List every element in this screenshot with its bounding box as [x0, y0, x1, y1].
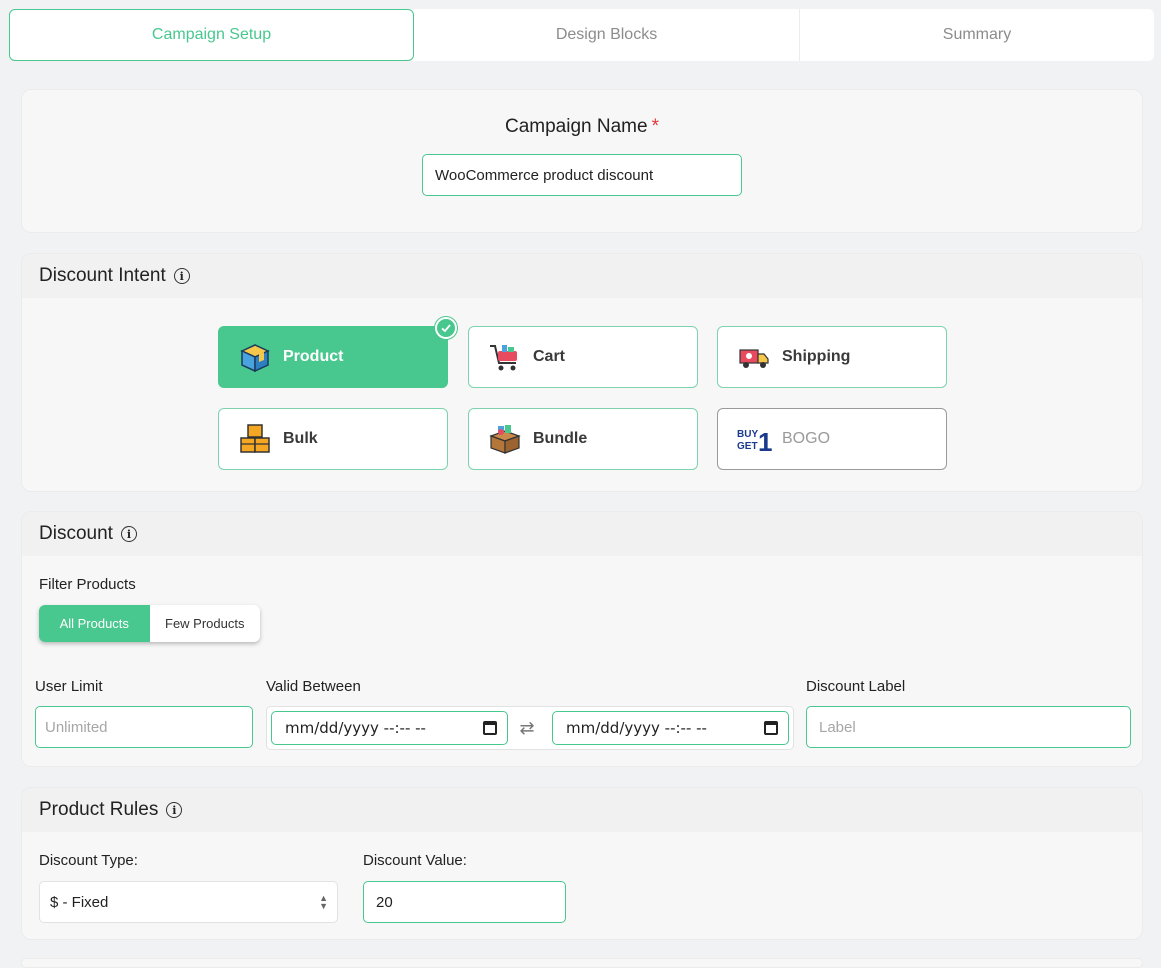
info-icon[interactable]: i [166, 802, 183, 818]
intent-product-label: Product [283, 348, 344, 365]
bundle-box-icon [487, 421, 523, 457]
discount-label-label: Discount Label [806, 678, 906, 695]
info-icon[interactable]: i [120, 526, 137, 542]
filter-products-toggle: All Products Few Products [39, 605, 260, 642]
calendar-icon[interactable] [483, 721, 497, 735]
discount-value-label: Discount Value: [363, 852, 467, 869]
intent-bogo-label: BOGO [782, 430, 831, 447]
select-arrows-icon: ▲ ▼ [319, 893, 328, 911]
intent-cart[interactable]: Cart [468, 326, 698, 388]
required-mark: * [651, 116, 659, 137]
intent-cart-label: Cart [533, 348, 566, 365]
intent-bulk[interactable]: Bulk [218, 408, 448, 470]
discount-header: Discount i [22, 512, 1142, 556]
discount-type-value: $ - Fixed [50, 893, 109, 911]
campaign-name-label-text: Campaign Name [505, 116, 648, 137]
product-rules-card: Product Rules i Discount Type: $ - Fixed… [21, 787, 1143, 940]
next-card-edge [21, 958, 1143, 968]
discount-type-select[interactable]: $ - Fixed ▲ ▼ [39, 881, 338, 923]
product-rules-title: Product Rules [39, 799, 159, 820]
stacked-boxes-icon [237, 421, 273, 457]
campaign-name-card: Campaign Name * [21, 89, 1143, 233]
discount-intent-title: Discount Intent [39, 265, 166, 286]
product-box-icon [237, 339, 273, 375]
tab-campaign-setup[interactable]: Campaign Setup [9, 9, 414, 61]
campaign-name-label: Campaign Name * [22, 116, 1142, 138]
buy-get-one-icon: BUY GET 1 [736, 421, 772, 457]
swap-arrows-icon: ⇄ [519, 717, 535, 738]
discount-value-input[interactable] [363, 881, 566, 923]
bogo-icon-one: 1 [758, 427, 772, 456]
discount-card: Discount i Filter Products All Products … [21, 511, 1143, 767]
calendar-icon[interactable] [764, 721, 778, 735]
intent-bundle[interactable]: Bundle [468, 408, 698, 470]
end-datetime-input[interactable]: mm/dd/yyyy --:-- -- [552, 711, 789, 745]
bogo-icon-buy: BUY [737, 429, 758, 440]
discount-title: Discount [39, 523, 113, 544]
end-datetime-placeholder: mm/dd/yyyy --:-- -- [566, 719, 707, 737]
tab-design-blocks[interactable]: Design Blocks [414, 9, 800, 61]
shopping-cart-icon [487, 339, 523, 375]
info-icon[interactable]: i [173, 268, 190, 284]
bogo-icon-get: GET [737, 441, 758, 452]
intent-product[interactable]: Product [218, 317, 457, 388]
product-rules-header: Product Rules i [22, 788, 1142, 832]
discount-intent-header: Discount Intent i [22, 254, 1142, 298]
filter-few-products[interactable]: Few Products [150, 605, 261, 642]
start-datetime-placeholder: mm/dd/yyyy --:-- -- [285, 719, 426, 737]
discount-type-label: Discount Type: [39, 852, 138, 869]
discount-label-input[interactable] [806, 706, 1131, 748]
intent-bundle-label: Bundle [533, 430, 588, 447]
wizard-tabs: Campaign Setup Design Blocks Summary [9, 9, 1154, 61]
start-datetime-input[interactable]: mm/dd/yyyy --:-- -- [271, 711, 508, 745]
campaign-name-input[interactable] [422, 154, 742, 196]
valid-between-label: Valid Between [266, 678, 361, 695]
check-icon [435, 317, 457, 339]
intent-shipping[interactable]: Shipping [717, 326, 947, 388]
tab-summary[interactable]: Summary [800, 9, 1154, 61]
user-limit-input[interactable] [35, 706, 253, 748]
filter-products-label: Filter Products [39, 576, 136, 593]
intent-bogo[interactable]: BUY GET 1 BOGO [717, 408, 947, 470]
intent-shipping-label: Shipping [782, 348, 851, 365]
intent-bulk-label: Bulk [283, 430, 318, 447]
discount-intent-card: Discount Intent i Product Cart Shipping [21, 253, 1143, 492]
valid-between-range: mm/dd/yyyy --:-- -- ⇄ mm/dd/yyyy --:-- -… [266, 706, 794, 750]
delivery-truck-icon [736, 339, 772, 375]
filter-all-products[interactable]: All Products [39, 605, 150, 642]
user-limit-label: User Limit [35, 678, 103, 695]
